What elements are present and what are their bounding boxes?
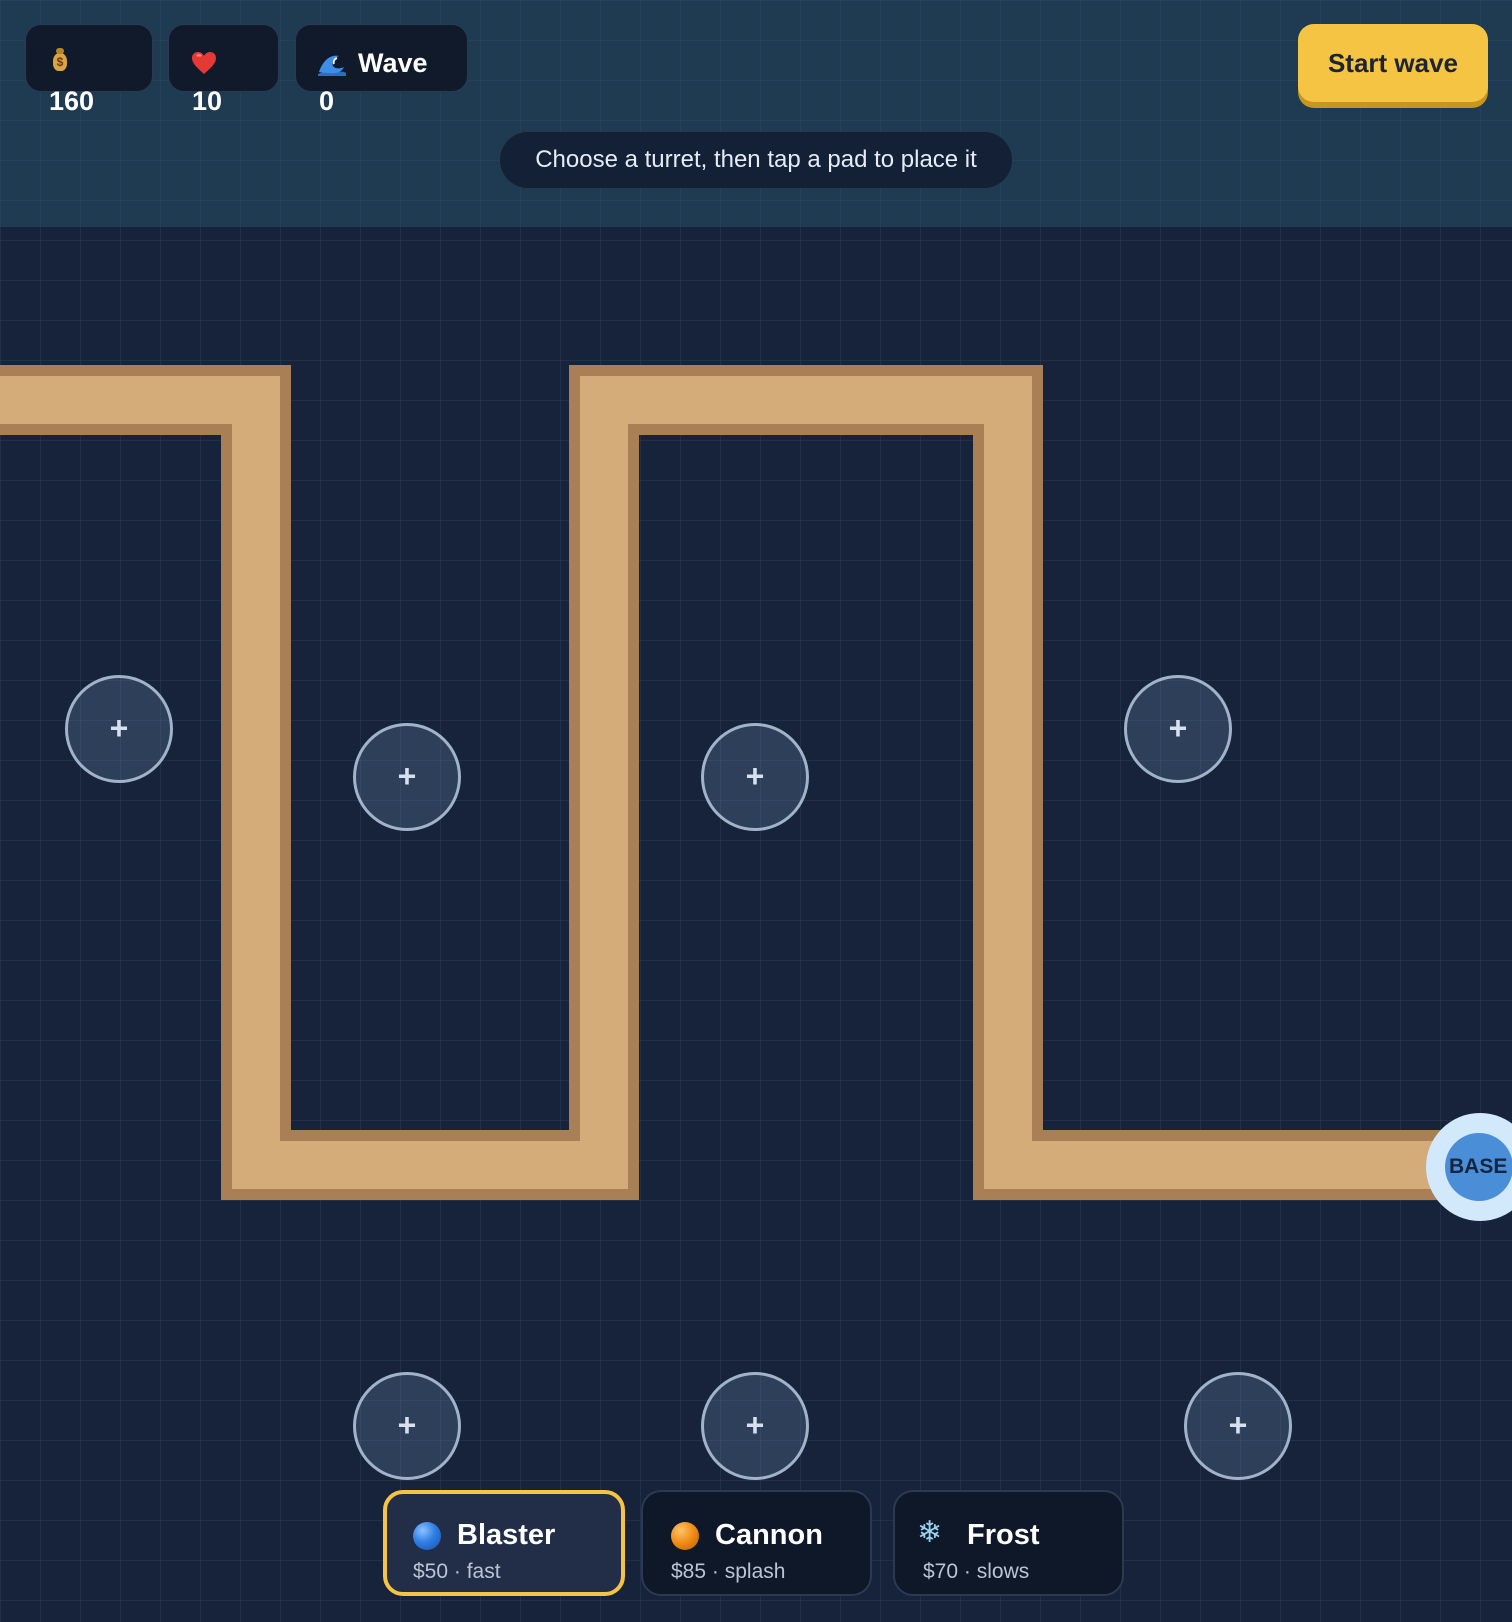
turret-price-trait: $70 · slows (923, 1560, 1030, 1583)
build-pad[interactable]: + (1184, 1372, 1292, 1480)
turret-name: Cannon (715, 1519, 823, 1551)
turret-price-trait: $50 · fast (413, 1560, 501, 1583)
build-pad[interactable]: + (65, 675, 173, 783)
build-pad[interactable]: + (353, 1372, 461, 1480)
build-pad[interactable]: + (701, 1372, 809, 1480)
orange-orb-icon (671, 1522, 699, 1550)
turret-card-frost[interactable]: ❄ Frost $70 · slows (893, 1490, 1124, 1596)
snowflake-icon: ❄ (917, 1516, 943, 1549)
build-pad[interactable]: + (1124, 675, 1232, 783)
base-label: BASE (1449, 1155, 1508, 1178)
build-pad[interactable]: + (701, 723, 809, 831)
build-pad[interactable]: + (353, 723, 461, 831)
turret-price-trait: $85 · splash (671, 1560, 786, 1583)
blue-orb-icon (413, 1522, 441, 1550)
turret-card-cannon[interactable]: Cannon $85 · splash (641, 1490, 872, 1596)
turret-card-blaster[interactable]: Blaster $50 · fast (383, 1490, 625, 1596)
turret-name: Blaster (457, 1519, 556, 1551)
turret-name: Frost (967, 1519, 1040, 1551)
